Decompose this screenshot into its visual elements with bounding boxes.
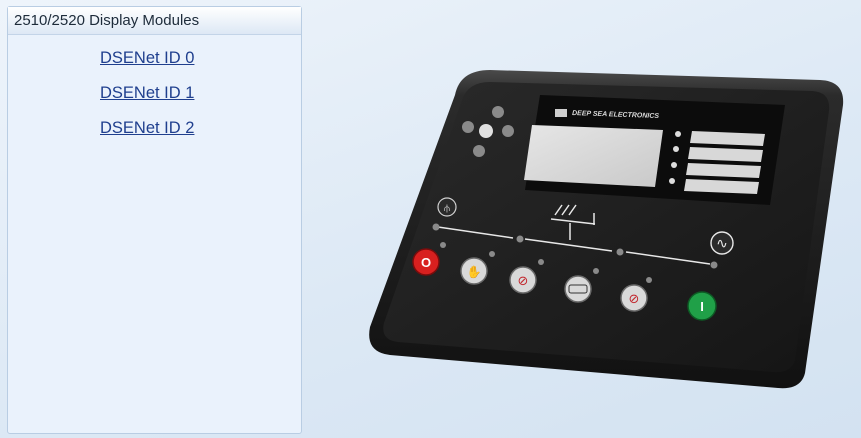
- test-mode-button[interactable]: ⊘: [509, 266, 537, 294]
- nav-left-icon: [462, 121, 474, 133]
- nav-down-icon: [473, 145, 485, 157]
- dsenet-id-1-link[interactable]: DSENet ID 1: [100, 82, 301, 117]
- nav-up-icon: [492, 106, 504, 118]
- brand-logo-icon: [555, 109, 567, 117]
- display-modules-panel: 2510/2520 Display Modules DSENet ID 0 DS…: [7, 6, 302, 434]
- start-button[interactable]: I: [687, 291, 717, 321]
- mute-icon: ⊘: [629, 292, 640, 307]
- dsenet-id-2-link[interactable]: DSENet ID 2: [100, 117, 301, 152]
- test-icon: ⊘: [518, 274, 529, 289]
- manual-mode-button[interactable]: ✋: [460, 257, 488, 285]
- nav-right-icon: [502, 125, 514, 137]
- stop-icon: O: [421, 255, 431, 270]
- dsenet-link-list: DSENet ID 0 DSENet ID 1 DSENet ID 2: [8, 35, 301, 152]
- dse-module-image: DEEP SEA ELECTRONICS ⫛ ∿ O ✋ ⊘ ⊘ I: [350, 55, 850, 400]
- hand-icon: ✋: [467, 265, 482, 279]
- panel-title: 2510/2520 Display Modules: [8, 7, 301, 35]
- stop-reset-button[interactable]: O: [412, 248, 440, 276]
- lcd-screen: [524, 125, 663, 187]
- generator-glyph: ∿: [716, 236, 728, 252]
- nav-ok-icon: [479, 124, 493, 138]
- mains-glyph: ⫛: [444, 203, 450, 214]
- dse-module-illustration: DEEP SEA ELECTRONICS ⫛ ∿ O ✋ ⊘ ⊘ I: [369, 70, 844, 389]
- dsenet-id-0-link[interactable]: DSENet ID 0: [100, 47, 301, 82]
- auto-mode-button[interactable]: [564, 275, 592, 303]
- start-icon: I: [700, 299, 704, 314]
- mute-button[interactable]: ⊘: [620, 284, 648, 312]
